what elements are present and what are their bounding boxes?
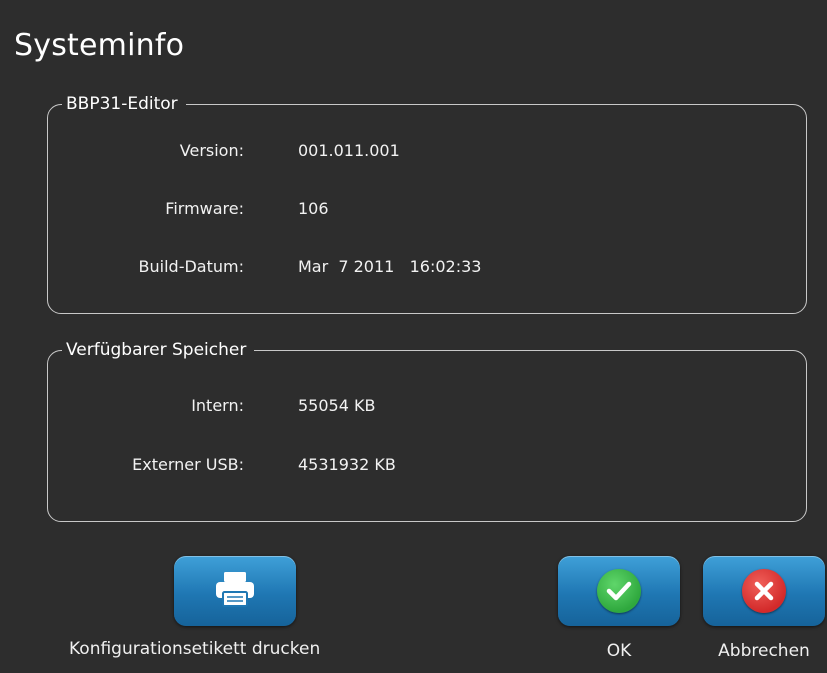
checkmark-icon — [597, 569, 641, 613]
build-date-value: Mar 7 2011 16:02:33 — [298, 257, 482, 276]
print-config-label-button[interactable] — [174, 556, 296, 626]
usb-memory-label: Externer USB: — [132, 455, 244, 474]
version-value: 001.011.001 — [298, 141, 400, 160]
cancel-button[interactable] — [703, 556, 825, 626]
memory-info-group: Verfügbarer Speicher — [47, 338, 807, 522]
cancel-button-label[interactable]: Abbrechen — [703, 641, 825, 661]
printer-icon — [213, 570, 257, 612]
memory-group-legend: Verfügbarer Speicher — [62, 338, 255, 362]
internal-memory-label: Intern: — [191, 396, 244, 415]
build-date-label: Build-Datum: — [138, 257, 244, 276]
version-label: Version: — [179, 141, 244, 160]
page-title: Systeminfo — [14, 28, 185, 63]
print-config-label-caption[interactable]: Konfigurationsetikett drucken — [69, 639, 320, 659]
firmware-label: Firmware: — [165, 199, 244, 218]
editor-group-legend: BBP31-Editor — [62, 92, 186, 116]
usb-memory-value: 4531932 KB — [298, 455, 396, 474]
close-icon — [742, 569, 786, 613]
firmware-value: 106 — [298, 199, 329, 218]
ok-button[interactable] — [558, 556, 680, 626]
ok-button-label[interactable]: OK — [558, 641, 680, 661]
internal-memory-value: 55054 KB — [298, 396, 376, 415]
